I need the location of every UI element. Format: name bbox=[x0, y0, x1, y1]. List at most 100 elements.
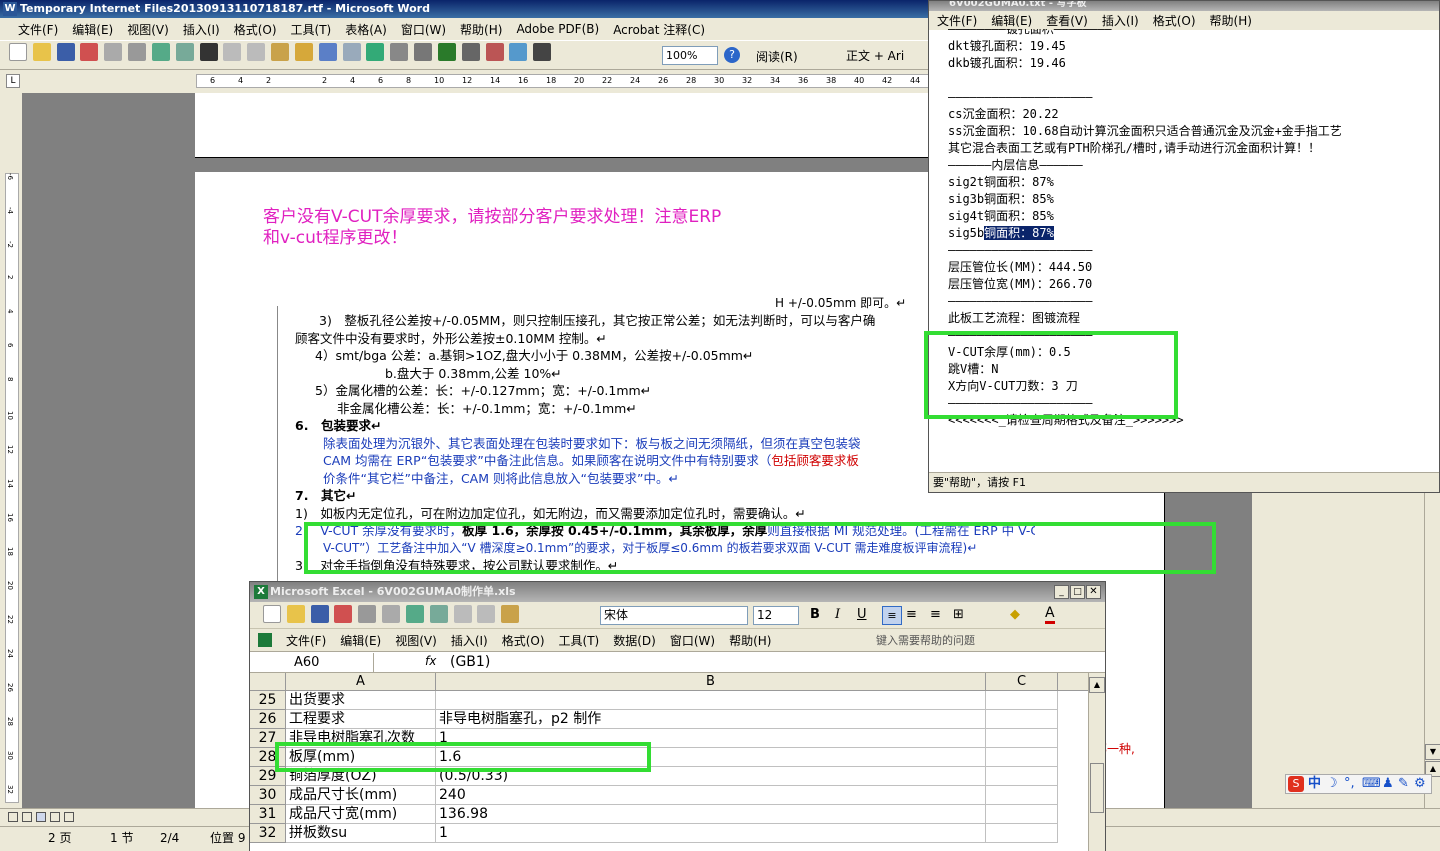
excel-restore-icon[interactable]: □ bbox=[1070, 585, 1085, 599]
hyperlink-icon[interactable] bbox=[366, 43, 385, 61]
cell-c[interactable] bbox=[986, 767, 1058, 786]
tables-borders-icon[interactable] bbox=[390, 43, 409, 61]
xl-menu-window[interactable]: 窗口(W) bbox=[666, 632, 725, 649]
cell-c[interactable] bbox=[986, 748, 1058, 767]
excel-minimize-icon[interactable]: _ bbox=[1054, 585, 1069, 599]
font-size-box[interactable]: 12 bbox=[753, 606, 799, 625]
cell-a[interactable]: 工程要求 bbox=[286, 710, 436, 729]
align-left-icon[interactable]: ≡ bbox=[882, 606, 902, 625]
drawing-icon[interactable] bbox=[485, 43, 504, 61]
xl-copy-icon[interactable] bbox=[477, 605, 496, 623]
xl-research-icon[interactable] bbox=[429, 605, 448, 623]
wp-menu-file[interactable]: 文件(F) bbox=[933, 12, 987, 29]
name-box[interactable]: A60 bbox=[254, 653, 374, 672]
cell-b[interactable]: 1 bbox=[436, 824, 986, 843]
word-title-bar[interactable]: Temporary Internet Files2013091311071818… bbox=[0, 0, 930, 18]
row-header[interactable]: 31 bbox=[250, 805, 286, 824]
help-icon[interactable]: ? bbox=[724, 47, 740, 63]
excel-title-bar[interactable]: Microsoft Excel - 6V002GUMA0制作单.xls bbox=[250, 582, 1105, 602]
align-center-icon[interactable]: ≡ bbox=[906, 607, 917, 622]
xl-menu-view[interactable]: 视图(V) bbox=[391, 632, 447, 649]
cut-icon[interactable] bbox=[223, 43, 242, 61]
ime-lang-label[interactable]: 中 bbox=[1308, 775, 1321, 793]
format-painter-icon[interactable] bbox=[294, 43, 313, 61]
undo-icon[interactable] bbox=[318, 43, 337, 61]
wp-menu-insert[interactable]: 插入(I) bbox=[1098, 12, 1149, 29]
formula-input[interactable]: (GB1) bbox=[450, 653, 490, 672]
bold-button[interactable]: B bbox=[810, 607, 820, 622]
cell-c[interactable] bbox=[986, 691, 1058, 710]
new-doc-icon[interactable] bbox=[9, 43, 27, 61]
xl-permission-icon[interactable] bbox=[334, 605, 353, 623]
user-icon[interactable]: ♟ bbox=[1382, 775, 1394, 793]
word-menu-file[interactable]: 文件(F) bbox=[14, 21, 68, 38]
cell-c[interactable] bbox=[986, 729, 1058, 748]
font-color-icon[interactable]: A bbox=[1045, 605, 1055, 624]
merge-center-icon[interactable]: ⊞ bbox=[953, 607, 964, 622]
xl-menu-tools[interactable]: 工具(T) bbox=[555, 632, 610, 649]
web-view-icon[interactable] bbox=[22, 812, 32, 822]
cell-b[interactable]: 非导电树脂塞孔，p2 制作 bbox=[436, 710, 986, 729]
wp-menu-view[interactable]: 查看(V) bbox=[1042, 12, 1098, 29]
print-icon[interactable] bbox=[128, 43, 147, 61]
read-button[interactable]: 阅读(R) bbox=[756, 48, 798, 65]
word-menu-format[interactable]: 格式(O) bbox=[230, 21, 287, 38]
xl-spelling-icon[interactable] bbox=[405, 605, 424, 623]
cell-a[interactable]: 出货要求 bbox=[286, 691, 436, 710]
permission-icon[interactable] bbox=[80, 43, 99, 61]
print-preview-icon[interactable] bbox=[104, 43, 123, 61]
settings-icon[interactable]: ⚙ bbox=[1414, 775, 1426, 793]
xl-menu-insert[interactable]: 插入(I) bbox=[447, 632, 498, 649]
cell-c[interactable] bbox=[986, 824, 1058, 843]
wordpad-title-bar[interactable]: 6V002GUMA0.txt - 写字板 bbox=[929, 1, 1439, 11]
cell-b[interactable]: 240 bbox=[436, 786, 986, 805]
save-icon[interactable] bbox=[56, 43, 75, 61]
word-scroll-down-icon[interactable]: ▼ bbox=[1425, 744, 1440, 760]
spelling-icon[interactable] bbox=[151, 43, 170, 61]
cell-c[interactable] bbox=[986, 710, 1058, 729]
fx-icon[interactable]: fx bbox=[425, 654, 436, 668]
insert-excel-icon[interactable] bbox=[437, 43, 456, 61]
cell-a[interactable]: 成品尺寸宽(mm) bbox=[286, 805, 436, 824]
row-header[interactable]: 25 bbox=[250, 691, 286, 710]
reading-view-icon[interactable] bbox=[64, 812, 74, 822]
cell-b[interactable]: 136.98 bbox=[436, 805, 986, 824]
cell-a[interactable]: 拼板数su bbox=[286, 824, 436, 843]
align-right-icon[interactable]: ≡ bbox=[930, 607, 941, 622]
cell-c[interactable] bbox=[986, 786, 1058, 805]
col-header-c[interactable]: C bbox=[986, 673, 1058, 691]
word-menu-view[interactable]: 视图(V) bbox=[123, 21, 179, 38]
row-header[interactable]: 32 bbox=[250, 824, 286, 843]
col-header-b[interactable]: B bbox=[436, 673, 986, 691]
xl-new-icon[interactable] bbox=[263, 605, 281, 623]
xl-menu-edit[interactable]: 编辑(E) bbox=[336, 632, 391, 649]
xl-menu-format[interactable]: 格式(O) bbox=[498, 632, 555, 649]
fill-color-icon[interactable]: ◆ bbox=[1010, 607, 1020, 622]
wp-menu-edit[interactable]: 编辑(E) bbox=[987, 12, 1042, 29]
xl-menu-file[interactable]: 文件(F) bbox=[282, 632, 336, 649]
moon-icon[interactable]: ☽ bbox=[1326, 775, 1338, 793]
show-hide-icon[interactable] bbox=[533, 43, 552, 61]
xl-save-icon[interactable] bbox=[310, 605, 329, 623]
excel-scroll-up-icon[interactable]: ▲ bbox=[1089, 677, 1105, 693]
keyboard-icon[interactable]: ⌨ bbox=[1362, 775, 1381, 793]
wp-menu-help[interactable]: 帮助(H) bbox=[1206, 12, 1262, 29]
punct-icon[interactable]: °, bbox=[1344, 775, 1355, 793]
columns-icon[interactable] bbox=[461, 43, 480, 61]
cell-b[interactable] bbox=[436, 691, 986, 710]
xl-cut-icon[interactable] bbox=[453, 605, 472, 623]
xl-paste-icon[interactable] bbox=[501, 605, 520, 623]
horizontal-ruler[interactable]: 6 4 2 2 4 6 8 10 12 14 16 18 20 22 24 26 28 30 32 34 36 38 40 4… bbox=[0, 71, 930, 93]
cell-c[interactable] bbox=[986, 805, 1058, 824]
xl-open-icon[interactable] bbox=[286, 605, 305, 623]
trad-chinese-icon[interactable] bbox=[199, 43, 218, 61]
word-menu-insert[interactable]: 插入(I) bbox=[179, 21, 230, 38]
doc-map-icon[interactable] bbox=[509, 43, 528, 61]
redo-icon[interactable] bbox=[342, 43, 361, 61]
col-header-a[interactable]: A bbox=[286, 673, 436, 691]
row-header[interactable]: 30 bbox=[250, 786, 286, 805]
word-menu-table[interactable]: 表格(A) bbox=[341, 21, 397, 38]
font-name-box[interactable]: 宋体 bbox=[600, 606, 748, 625]
ruler-corner-tab[interactable]: L bbox=[6, 74, 20, 88]
xl-menu-data[interactable]: 数据(D) bbox=[609, 632, 666, 649]
